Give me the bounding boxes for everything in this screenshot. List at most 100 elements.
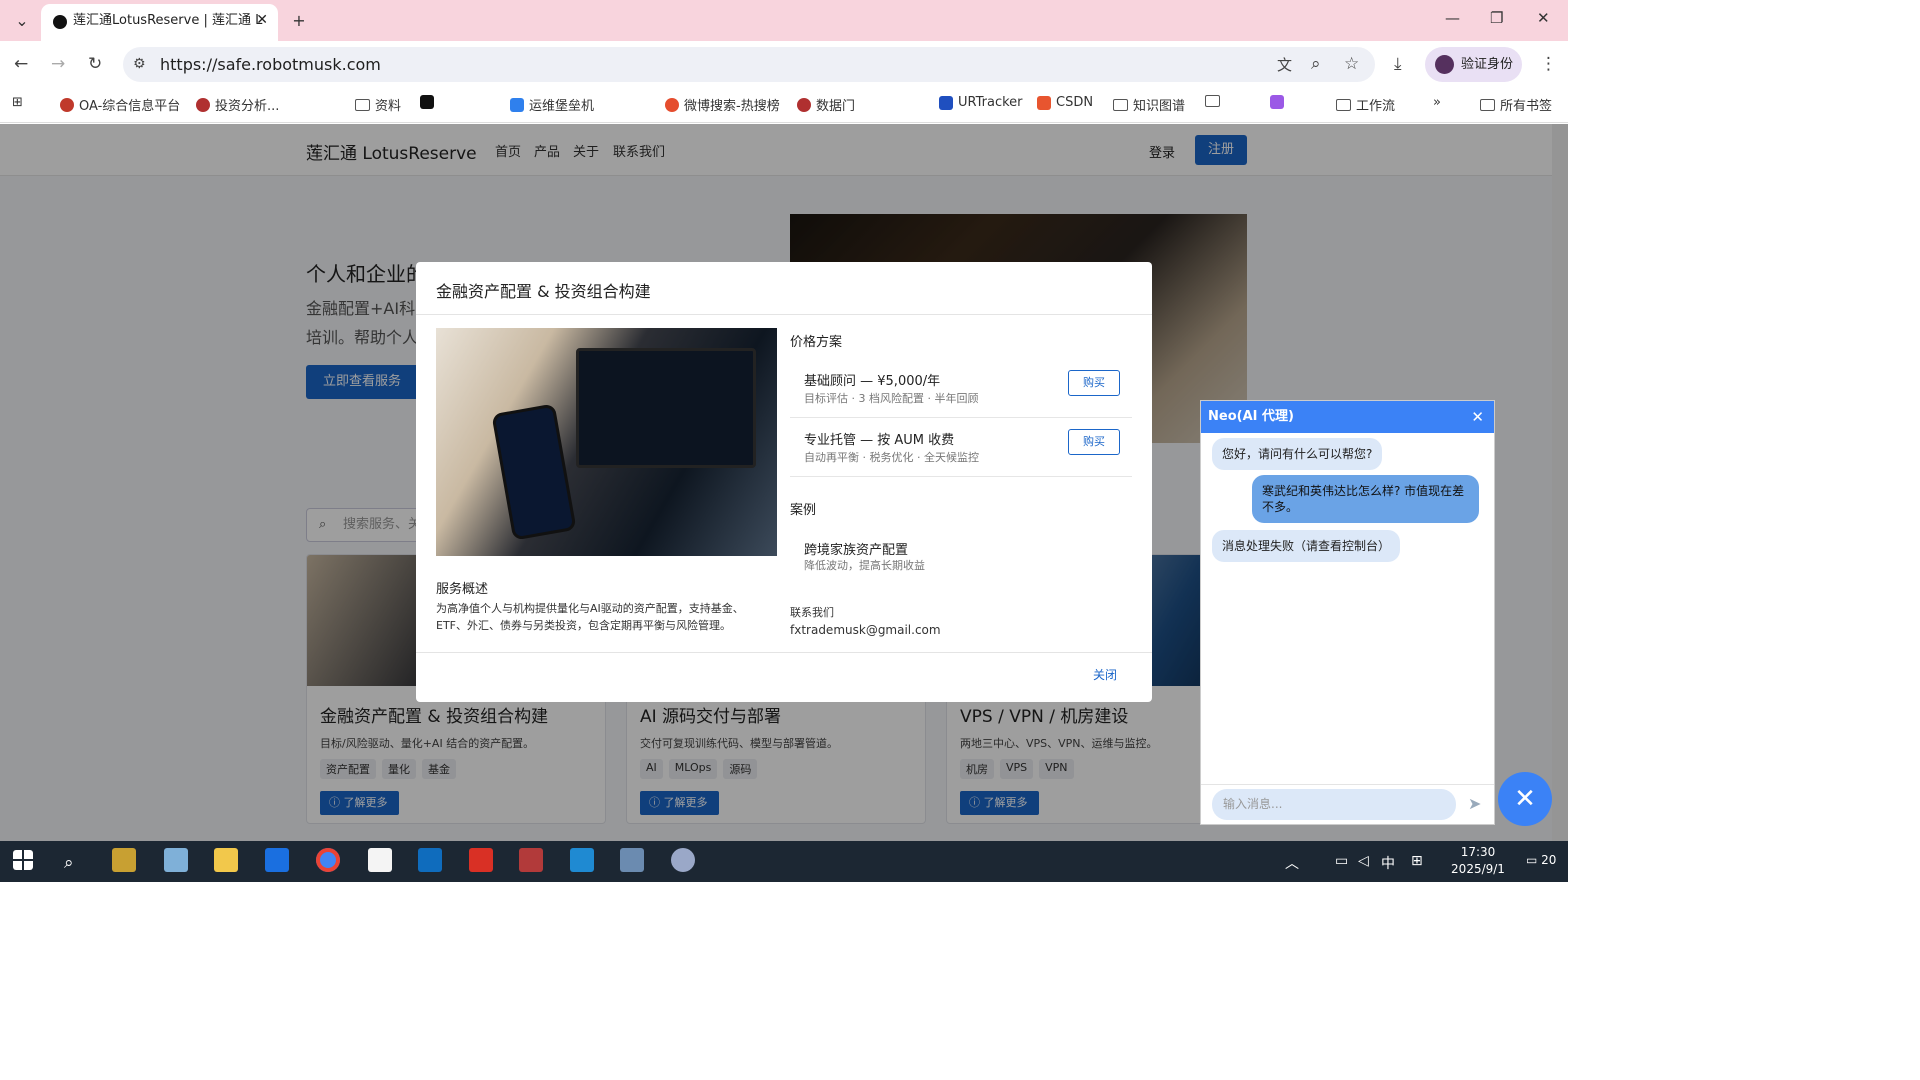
new-tab-icon[interactable]: +: [285, 8, 313, 34]
bookmark-folder[interactable]: 工作流: [1336, 95, 1395, 114]
reload-icon[interactable]: ↻: [88, 54, 102, 74]
tab-title: 莲汇通LotusReserve | 莲汇通 L: [73, 13, 263, 28]
pricing-heading: 价格方案: [790, 335, 843, 350]
app-icon[interactable]: [265, 848, 289, 872]
plan-name: 基础顾问 — ¥5,000/年: [804, 374, 941, 389]
volume-icon[interactable]: ◁: [1358, 853, 1369, 869]
clock[interactable]: 17:30 2025/9/1: [1448, 844, 1508, 878]
divider: [416, 314, 1152, 315]
search-icon[interactable]: ⌕: [64, 853, 74, 873]
chat-close-icon[interactable]: ✕: [1471, 401, 1484, 433]
bookmark-item[interactable]: 投资分析...: [196, 95, 279, 114]
folder-icon: [1113, 98, 1128, 111]
service-detail-modal: 金融资产配置 & 投资组合构建 服务概述 为高净值个人与机构提供量化与AI驱动的…: [416, 262, 1152, 702]
outlook-icon[interactable]: [418, 848, 442, 872]
modal-title: 金融资产配置 & 投资组合构建: [436, 282, 651, 301]
chat-message-bot: 消息处理失败（请查看控制台）: [1212, 530, 1401, 562]
site-info-icon[interactable]: ⚙: [133, 56, 146, 72]
app-icon[interactable]: [519, 848, 543, 872]
phone: [491, 403, 577, 541]
laptop-screen: [576, 348, 756, 468]
menu-icon[interactable]: ⋮: [1540, 54, 1557, 74]
bookmark-item[interactable]: URTracker: [939, 95, 1023, 110]
chat-toggle-close-button[interactable]: ✕: [1498, 772, 1552, 826]
chat-widget: Neo(AI 代理) ✕ 您好，请问有什么可以帮您? 寒武纪和英伟达比怎么样? …: [1200, 400, 1495, 825]
bookmark-item[interactable]: [1270, 95, 1284, 109]
contact-heading: 联系我们: [790, 606, 834, 619]
start-icon[interactable]: [13, 850, 33, 870]
bookmark-item[interactable]: CSDN: [1037, 95, 1093, 110]
minimize-icon[interactable]: —: [1445, 9, 1460, 27]
keyboard-icon[interactable]: ⊞: [1411, 853, 1423, 869]
modal-image: [436, 328, 777, 556]
site-favicon-icon: [53, 15, 67, 29]
tab-close-icon[interactable]: ✕: [256, 4, 268, 37]
plan-detail: 目标评估 · 3 档风险配置 · 半年回顾: [804, 392, 979, 405]
plan-detail: 自动再平衡 · 税务优化 · 全天候监控: [804, 451, 979, 464]
case-detail: 降低波动，提高长期收益: [804, 559, 925, 572]
notepad-icon[interactable]: [368, 848, 392, 872]
bookmark-item[interactable]: 微博搜索-热搜榜: [665, 95, 780, 114]
apps-grid-icon[interactable]: ⊞: [12, 95, 23, 110]
overview-heading: 服务概述: [436, 582, 489, 597]
divider: [416, 652, 1152, 653]
send-icon[interactable]: ➤: [1468, 794, 1481, 813]
plan-row: 基础顾问 — ¥5,000/年 目标评估 · 3 档风险配置 · 半年回顾 购买: [790, 360, 1132, 418]
buy-button[interactable]: 购买: [1068, 429, 1120, 455]
bookmark-item[interactable]: OA-综合信息平台: [60, 95, 180, 114]
overview-text: 为高净值个人与机构提供量化与AI驱动的资产配置，支持基金、ETF、外汇、债券与另…: [436, 602, 744, 632]
chat-message-bot: 您好，请问有什么可以帮您?: [1212, 438, 1383, 470]
app-icon[interactable]: [671, 848, 695, 872]
more-bookmarks-icon[interactable]: »: [1433, 95, 1441, 110]
vscode-icon[interactable]: [570, 848, 594, 872]
folder-icon: [1480, 98, 1495, 111]
buy-button[interactable]: 购买: [1068, 370, 1120, 396]
modal-close-button[interactable]: 关闭: [1093, 666, 1117, 683]
bookmark-folder[interactable]: 资料: [355, 95, 401, 114]
app-icon[interactable]: [620, 848, 644, 872]
wps-icon[interactable]: [469, 848, 493, 872]
contact-email[interactable]: fxtrademusk@gmail.com: [790, 622, 941, 639]
divider: [1201, 784, 1494, 785]
profile-button[interactable]: 验证身份: [1425, 47, 1522, 82]
chat-title: Neo(AI 代理): [1208, 409, 1294, 424]
chat-header: Neo(AI 代理): [1201, 401, 1494, 433]
folder-icon: [1336, 98, 1351, 111]
case-title: 跨境家族资产配置: [804, 543, 909, 558]
chat-input[interactable]: 输入消息...: [1212, 789, 1456, 820]
window-close-icon[interactable]: ✕: [1537, 9, 1550, 27]
tab-list-chevron-icon[interactable]: ⌄: [8, 8, 36, 34]
bookmark-folder[interactable]: 所有书签: [1480, 95, 1552, 114]
file-explorer-icon[interactable]: [214, 848, 238, 872]
back-icon[interactable]: ←: [14, 54, 28, 74]
maximize-icon[interactable]: ❐: [1490, 9, 1503, 27]
chrome-icon[interactable]: [316, 848, 340, 872]
plan-row: 专业托管 — 按 AUM 收费 自动再平衡 · 税务优化 · 全天候监控 购买: [790, 419, 1132, 477]
download-icon[interactable]: ⤓: [1394, 54, 1402, 74]
bookmark-star-icon[interactable]: ☆: [1344, 54, 1359, 74]
chat-message-user: 寒武纪和英伟达比怎么样? 市值现在差不多。: [1252, 475, 1479, 523]
profile-label: 验证身份: [1461, 57, 1514, 72]
browser-tab[interactable]: 莲汇通LotusReserve | 莲汇通 L ✕: [41, 4, 278, 41]
zoom-icon[interactable]: ⌕: [1311, 54, 1321, 74]
bookmark-item[interactable]: [420, 95, 434, 109]
avatar: [1435, 55, 1454, 74]
translate-icon[interactable]: 文: [1277, 54, 1292, 75]
cases-heading: 案例: [790, 503, 817, 518]
bookmark-item[interactable]: 运维堡垒机: [510, 95, 594, 114]
app-icon[interactable]: [164, 848, 188, 872]
plan-name: 专业托管 — 按 AUM 收费: [804, 433, 955, 448]
ime-indicator[interactable]: 中: [1381, 853, 1395, 873]
forward-icon[interactable]: →: [51, 54, 65, 74]
tools-app-icon[interactable]: [112, 848, 136, 872]
folder-icon: [355, 98, 370, 111]
notification-icon[interactable]: ▭ 20: [1526, 853, 1556, 867]
chevron-up-icon[interactable]: ︿: [1285, 853, 1299, 873]
bookmark-folder[interactable]: [1205, 95, 1220, 107]
bookmark-item[interactable]: 数据门: [797, 95, 855, 114]
url-text[interactable]: https://safe.robotmusk.com: [160, 55, 381, 74]
folder-icon: [1205, 95, 1220, 107]
tab-strip: ⌄ 莲汇通LotusReserve | 莲汇通 L ✕ + — ❐ ✕: [0, 0, 1568, 41]
bookmark-folder[interactable]: 知识图谱: [1113, 95, 1185, 114]
network-icon[interactable]: ▭: [1335, 853, 1348, 869]
